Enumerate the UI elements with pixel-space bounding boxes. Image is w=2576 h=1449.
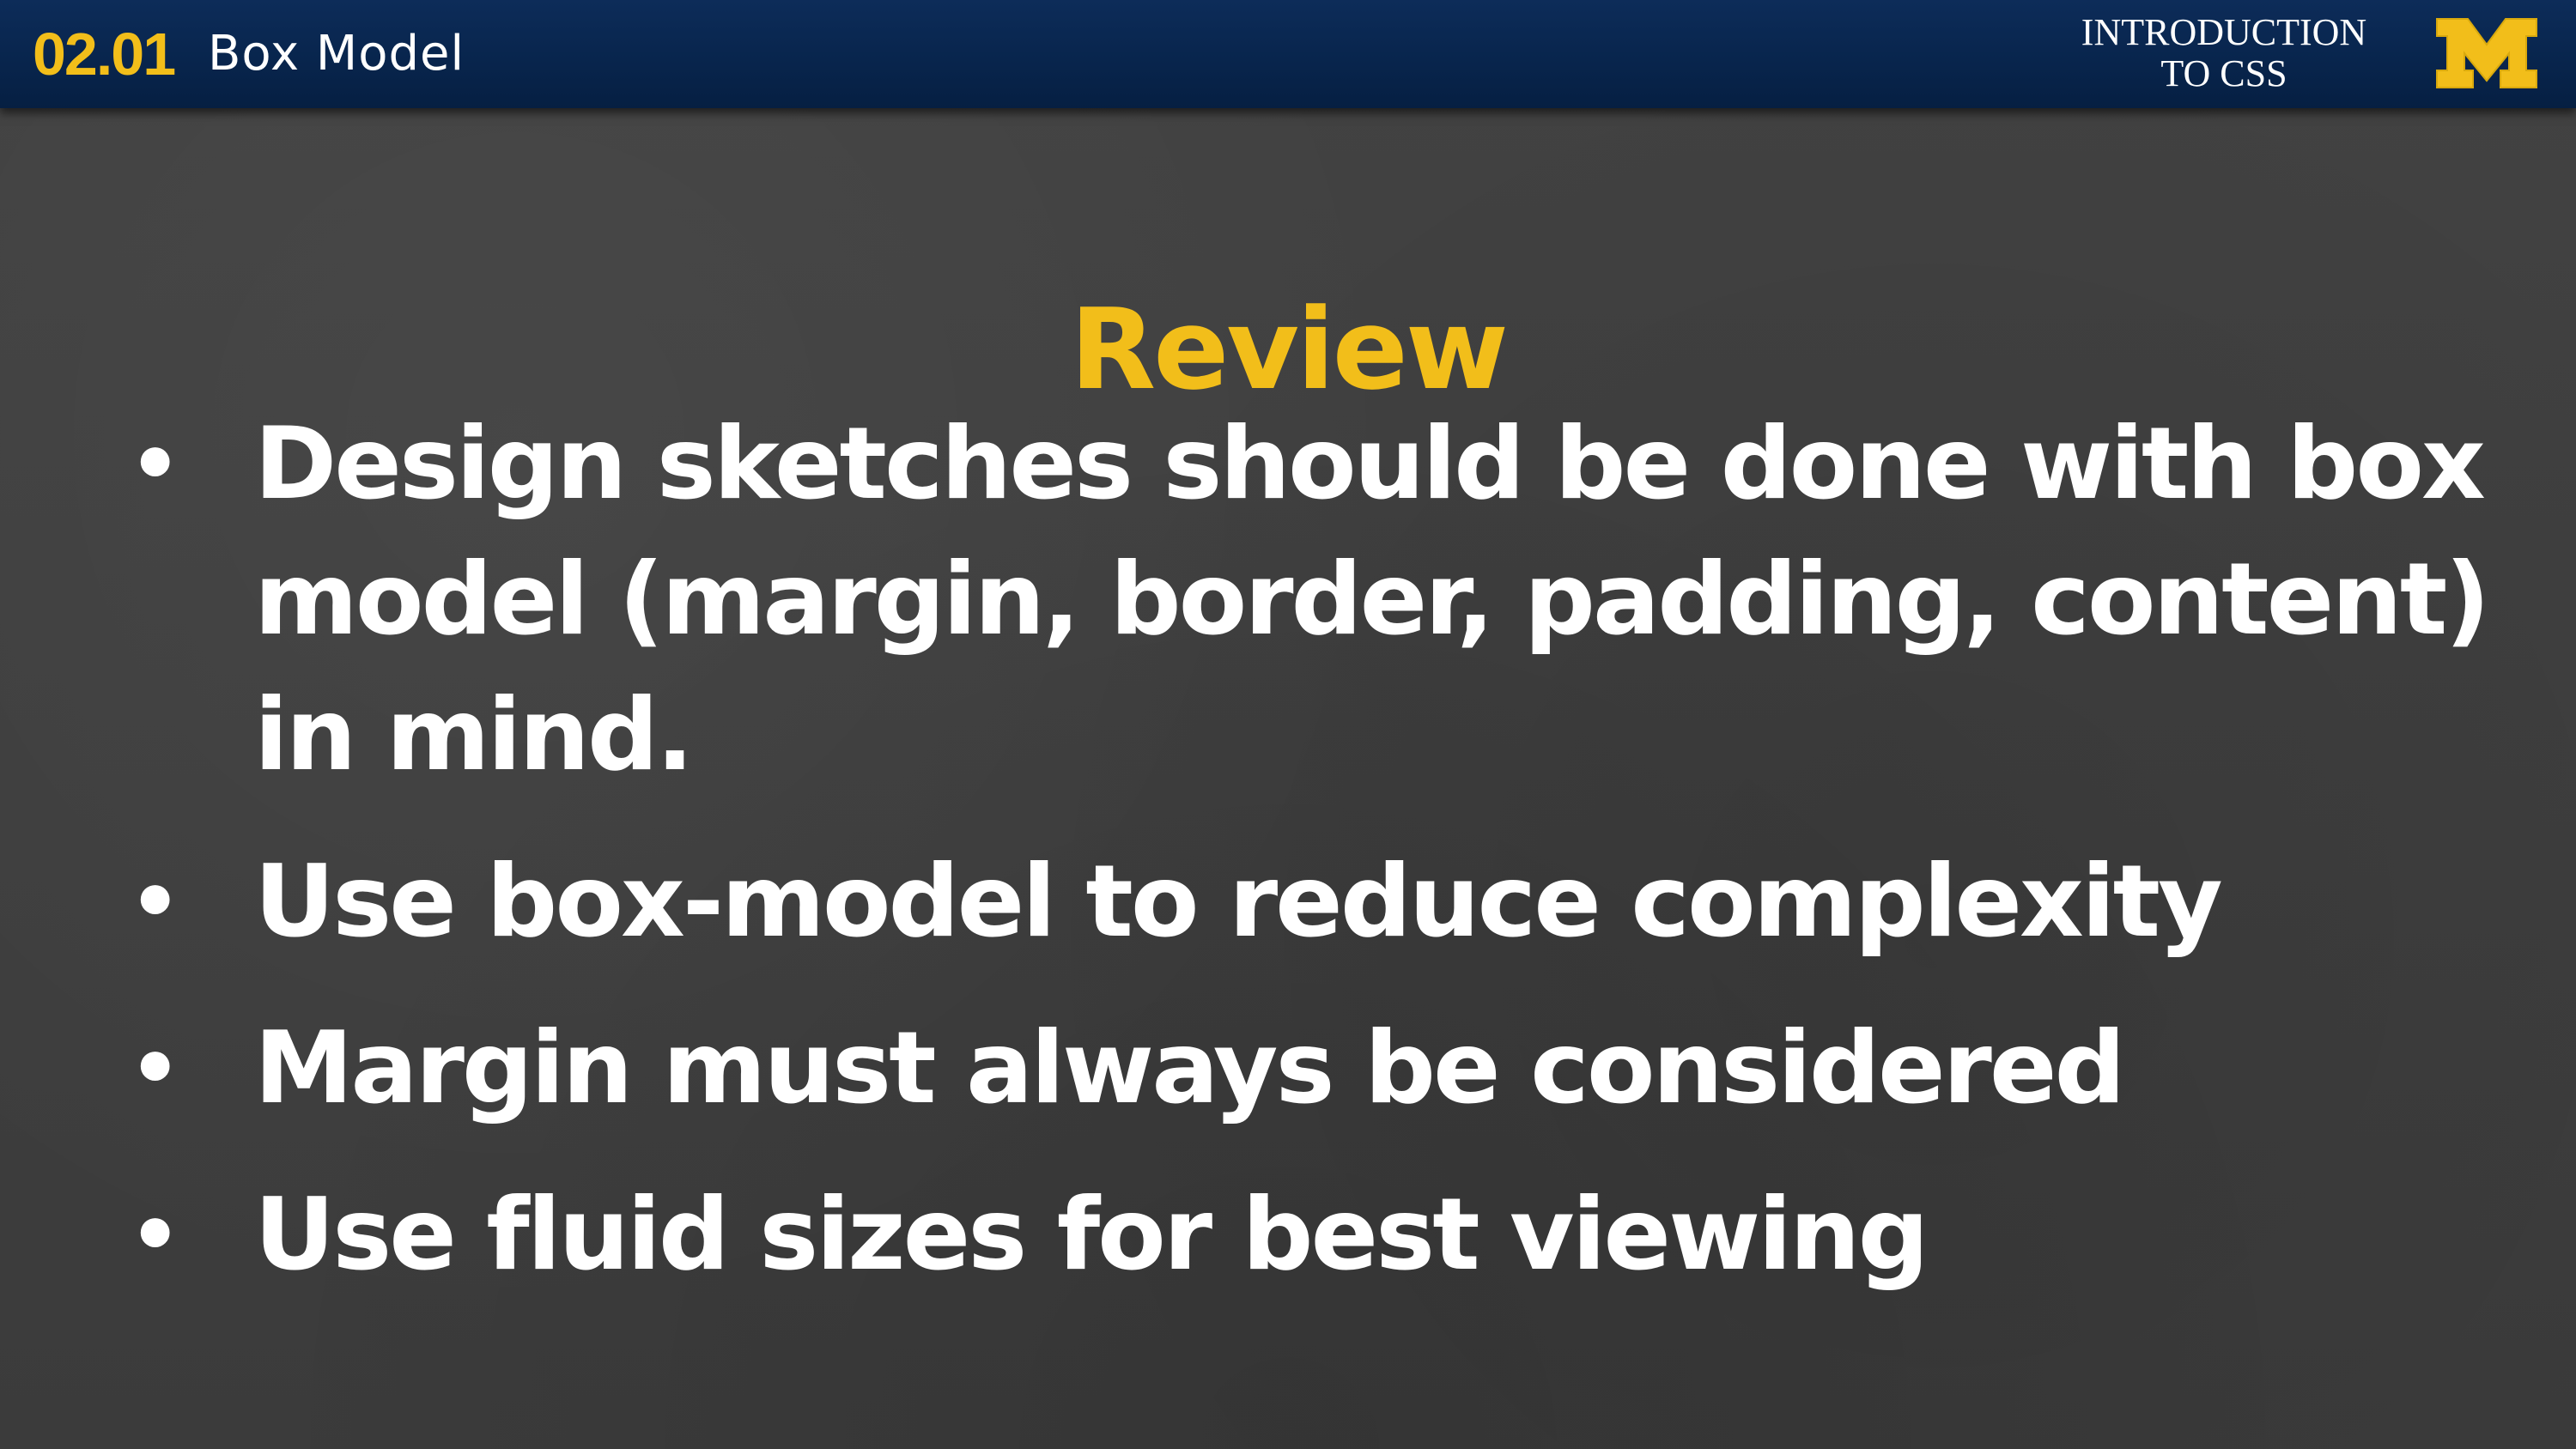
bullet-list: • Design sketches should be done with bo…: [129, 397, 2499, 1334]
bullet-item-3: • Margin must always be considered: [129, 1001, 2499, 1137]
course-title-line-2: TO CSS: [2160, 52, 2287, 94]
section-number: 02.01: [33, 21, 176, 88]
bullet-item-4: • Use fluid sizes for best viewing: [129, 1167, 2499, 1303]
slide-header: 02.01 Box Model INTRODUCTION TO CSS: [0, 0, 2576, 108]
bullet-icon: •: [129, 416, 181, 512]
bullet-text: Use fluid sizes for best viewing: [254, 1177, 1929, 1293]
bullet-text: Design sketches should be done with box …: [254, 406, 2490, 793]
course-title-line-1: INTRODUCTION: [2081, 11, 2367, 53]
bullet-text: Use box-model to reduce complexity: [254, 844, 2223, 960]
bullet-item-2: • Use box-model to reduce complexity: [129, 834, 2499, 970]
bullet-icon: •: [129, 854, 181, 950]
bullet-icon: •: [129, 1187, 181, 1283]
university-block-m-logo-icon: [2436, 18, 2537, 88]
bullet-text: Margin must always be considered: [254, 1010, 2126, 1126]
bullet-icon: •: [129, 1021, 181, 1117]
section-title: Box Model: [208, 26, 465, 82]
bullet-item-1: • Design sketches should be done with bo…: [129, 397, 2499, 803]
course-title: INTRODUCTION TO CSS: [2044, 12, 2404, 94]
